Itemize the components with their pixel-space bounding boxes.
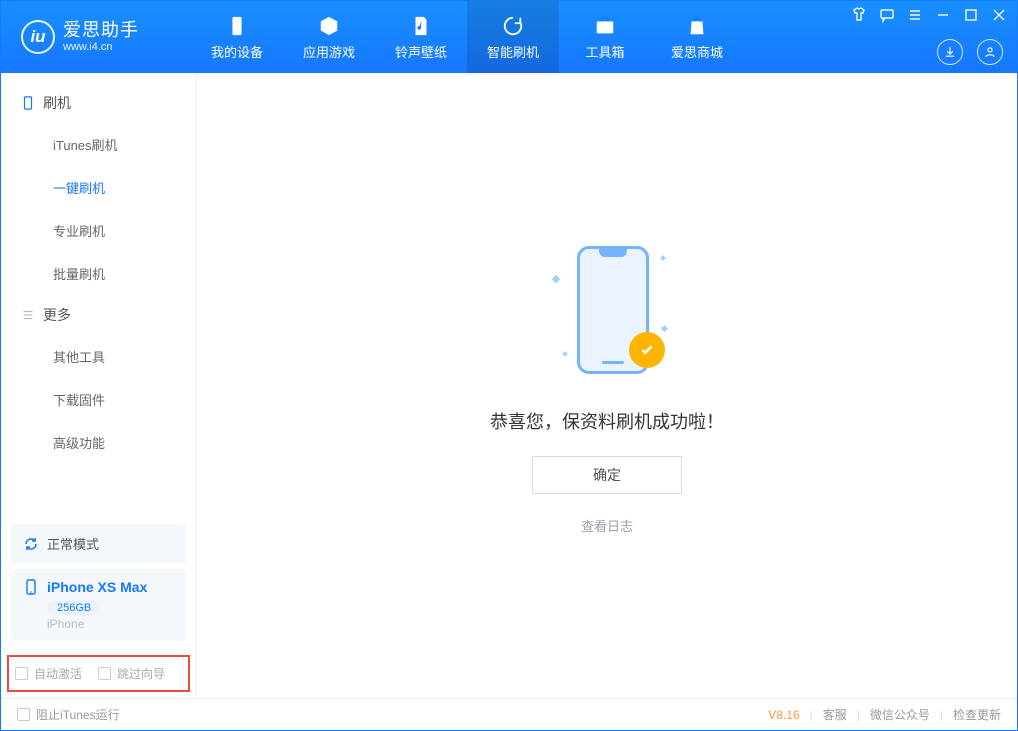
sparkle-icon [552,275,560,283]
link-support[interactable]: 客服 [823,706,847,723]
music-file-icon [409,14,433,38]
app-logo-icon: iu [21,20,55,54]
device-icon [225,14,249,38]
app-window: iu 爱思助手 www.i4.cn 我的设备 应用游戏 铃声壁纸 智能刷机 [0,0,1018,731]
mode-indicator[interactable]: 正常模式 [11,524,186,563]
sparkle-icon [661,325,668,332]
app-subtitle: www.i4.cn [63,41,139,53]
sidebar-item-advanced[interactable]: 高级功能 [1,421,196,464]
sidebar-item-oneclick-flash[interactable]: 一键刷机 [1,166,196,209]
phone-icon [23,579,39,595]
refresh-shield-icon [501,14,525,38]
sidebar-item-download-firmware[interactable]: 下载固件 [1,378,196,421]
device-card[interactable]: iPhone XS Max 256GB iPhone [11,569,186,641]
highlighted-options: 自动激活 跳过向导 [7,655,190,692]
minimize-icon[interactable] [935,7,951,23]
ok-button[interactable]: 确定 [532,456,682,494]
cube-icon [317,14,341,38]
close-icon[interactable] [991,7,1007,23]
nav-my-device[interactable]: 我的设备 [191,1,283,73]
device-type: iPhone [47,617,174,631]
sidebar-item-pro-flash[interactable]: 专业刷机 [1,209,196,252]
footer-left: 阻止iTunes运行 [17,706,120,723]
checkbox-icon [15,667,28,680]
sidebar-item-batch-flash[interactable]: 批量刷机 [1,252,196,295]
footer-right: V8.16 | 客服 | 微信公众号 | 检查更新 [768,706,1001,723]
sidebar-menu: 刷机 iTunes刷机 一键刷机 专业刷机 批量刷机 更多 其他工具 下载固件 … [1,73,196,518]
sync-icon [23,536,39,552]
phone-outline-icon [21,96,35,110]
checkbox-icon [98,667,111,680]
checkbox-auto-activate[interactable]: 自动激活 [15,665,82,682]
body: 刷机 iTunes刷机 一键刷机 专业刷机 批量刷机 更多 其他工具 下载固件 … [1,73,1017,698]
app-name: 爱思助手 [63,21,139,41]
success-illustration [547,236,667,386]
download-icon[interactable] [937,39,963,65]
menu-icon[interactable] [907,7,923,23]
device-name: iPhone XS Max [23,579,174,595]
checkbox-block-itunes[interactable]: 阻止iTunes运行 [17,706,120,723]
checkbox-icon [17,708,30,721]
nav-store[interactable]: 爱思商城 [651,1,743,73]
user-icon[interactable] [977,39,1003,65]
header-right-icons [937,39,1003,65]
tshirt-icon[interactable] [851,7,867,23]
main-content: 恭喜您，保资料刷机成功啦！ 确定 查看日志 [197,73,1017,698]
check-icon [638,341,656,359]
checkbox-skip-guide[interactable]: 跳过向导 [98,665,165,682]
view-log-link[interactable]: 查看日志 [581,516,633,535]
top-nav: 我的设备 应用游戏 铃声壁纸 智能刷机 工具箱 爱思商城 [191,1,743,73]
brand: iu 爱思助手 www.i4.cn [21,20,191,54]
nav-apps-games[interactable]: 应用游戏 [283,1,375,73]
feedback-icon[interactable] [879,7,895,23]
device-storage: 256GB [47,601,101,615]
success-message: 恭喜您，保资料刷机成功啦！ [490,408,724,434]
status-bar: 阻止iTunes运行 V8.16 | 客服 | 微信公众号 | 检查更新 [1,698,1017,730]
version-label: V8.16 [768,708,799,722]
nav-smart-flash[interactable]: 智能刷机 [467,1,559,73]
title-bar: iu 爱思助手 www.i4.cn 我的设备 应用游戏 铃声壁纸 智能刷机 [1,1,1017,73]
maximize-icon[interactable] [963,7,979,23]
list-icon [21,308,35,322]
sidebar-item-itunes-flash[interactable]: iTunes刷机 [1,123,196,166]
sidebar-group-more: 更多 [1,295,196,335]
sparkle-icon [660,255,666,261]
sparkle-icon [562,351,568,357]
sidebar-group-flash: 刷机 [1,83,196,123]
bag-icon [685,14,709,38]
link-wechat[interactable]: 微信公众号 [870,706,930,723]
link-check-update[interactable]: 检查更新 [953,706,1001,723]
briefcase-icon [593,14,617,38]
nav-toolbox[interactable]: 工具箱 [559,1,651,73]
sidebar: 刷机 iTunes刷机 一键刷机 专业刷机 批量刷机 更多 其他工具 下载固件 … [1,73,197,698]
sidebar-item-other-tools[interactable]: 其他工具 [1,335,196,378]
window-controls [851,7,1007,23]
check-badge-icon [629,332,665,368]
nav-ringtones-wallpapers[interactable]: 铃声壁纸 [375,1,467,73]
